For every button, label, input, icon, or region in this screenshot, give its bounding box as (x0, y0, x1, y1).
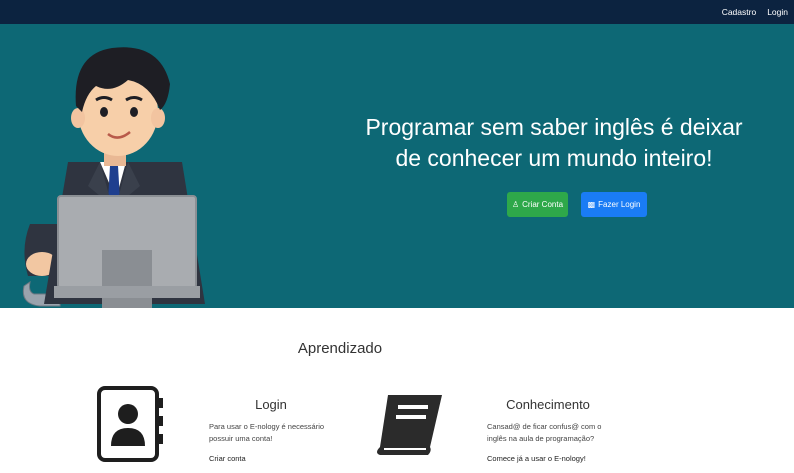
create-account-link[interactable]: Criar conta (209, 454, 246, 463)
book-icon (377, 395, 442, 455)
monitor-icon: ▩ (587, 200, 596, 209)
nav-link-login[interactable]: Login (767, 7, 788, 17)
feature-text-login-line-2: possuir uma conta! (209, 434, 273, 443)
hero-headline-line-1: Programar sem saber inglês é deixar (365, 114, 743, 140)
nav-link-cadastro[interactable]: Cadastro (722, 7, 757, 17)
contact-book-icon (97, 386, 163, 462)
login-button-label: Fazer Login (598, 200, 641, 209)
hero-headline: Programar sem saber inglês é deixar de c… (340, 112, 768, 174)
person-icon: ♙ (511, 200, 520, 209)
programmer-illustration (22, 47, 205, 308)
create-account-button[interactable]: ♙ Criar Conta (507, 192, 568, 217)
hero-banner: Programar sem saber inglês é deixar de c… (0, 24, 794, 308)
start-using-link[interactable]: Comece já a usar o E-nology! (487, 454, 586, 463)
feature-text-conhecimento: Cansad@ de ficar confus@ com o inglês na… (487, 421, 637, 445)
section-title: Aprendizado (297, 340, 383, 357)
feature-text-conhecimento-line-2: inglês na aula de programação? (487, 434, 595, 443)
login-button[interactable]: ▩ Fazer Login (581, 192, 647, 217)
feature-title-conhecimento: Conhecimento (506, 397, 590, 412)
feature-text-login: Para usar o E-nology é necessário possui… (209, 421, 349, 445)
feature-text-conhecimento-line-1: Cansad@ de ficar confus@ com o (487, 422, 602, 431)
hero-headline-line-2: de conhecer um mundo inteiro! (395, 145, 713, 171)
feature-title-login: Login (255, 397, 287, 412)
top-navbar: Cadastro Login (0, 0, 794, 24)
feature-text-login-line-1: Para usar o E-nology é necessário (209, 422, 325, 431)
create-account-button-label: Criar Conta (522, 200, 564, 209)
